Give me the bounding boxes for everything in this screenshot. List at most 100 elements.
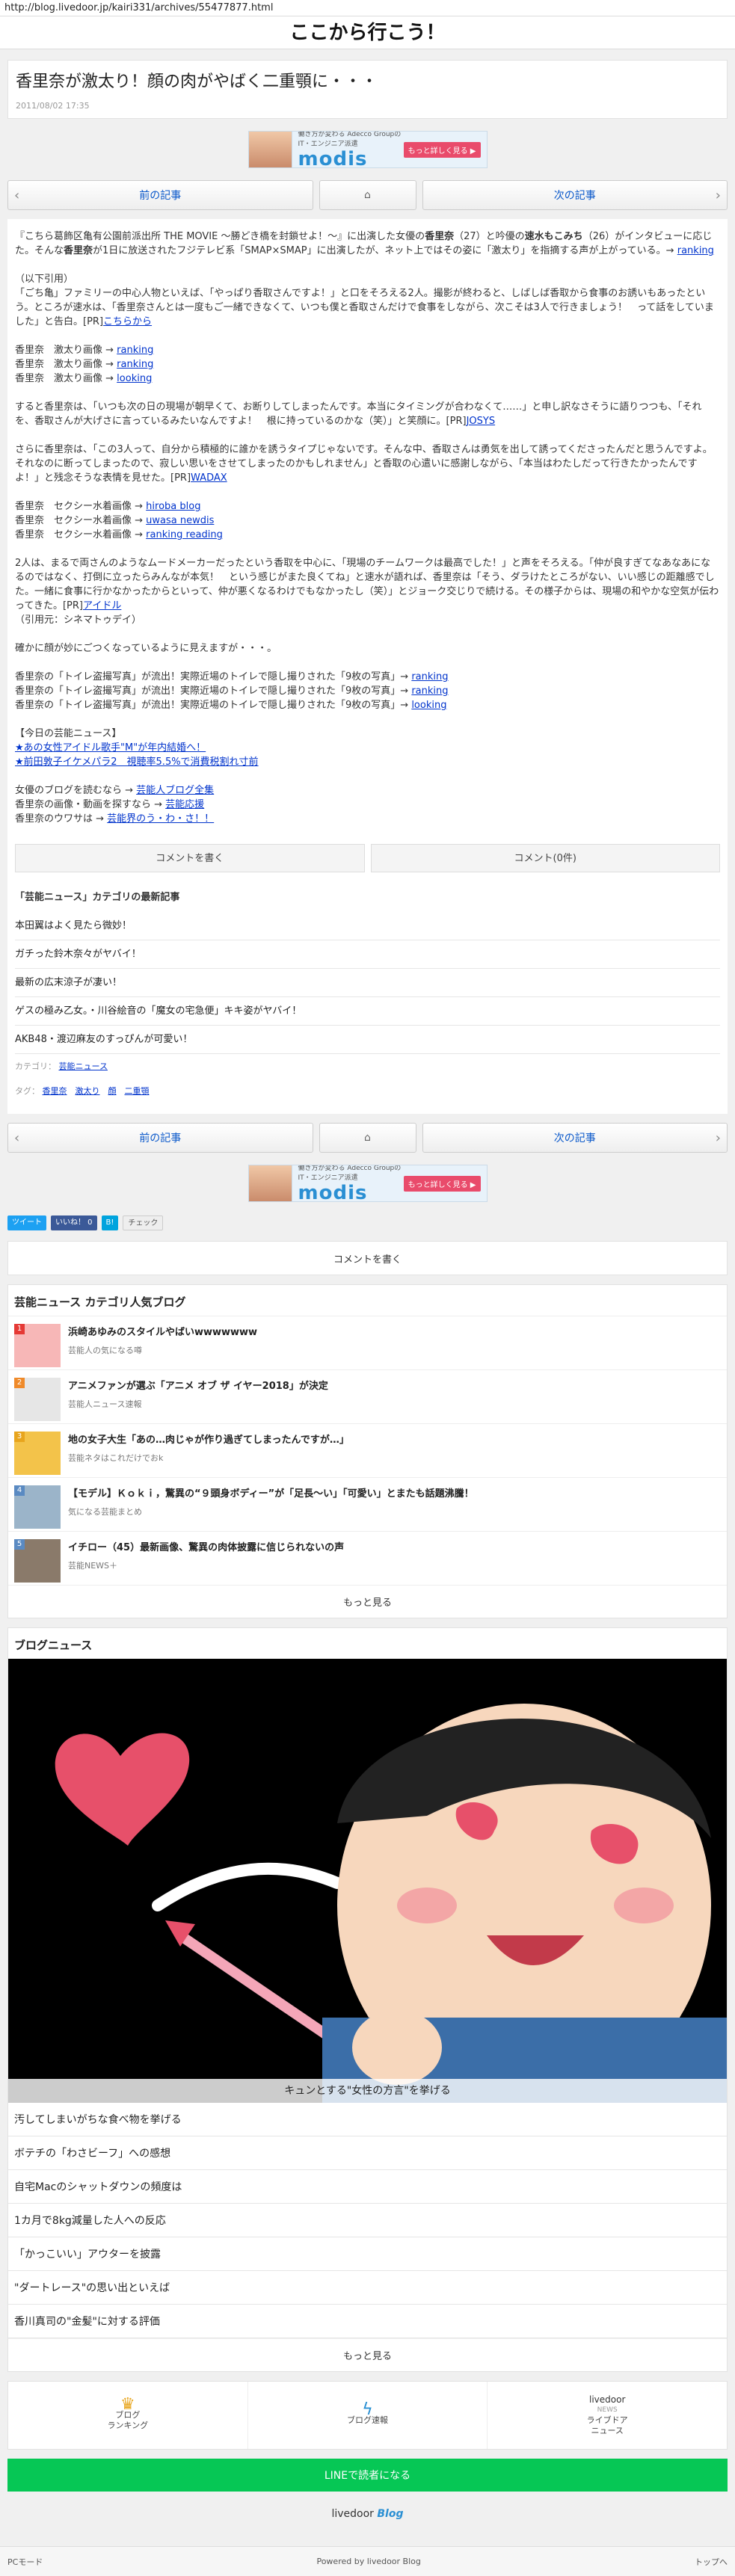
item-source: 芸能人ニュース速報 bbox=[68, 1399, 142, 1409]
chevron-right-icon: › bbox=[715, 187, 721, 203]
list-item[interactable]: 5 イチロー（45）最新画像、驚異の肉体披露に信じられないの声 芸能NEWS＋ bbox=[8, 1531, 727, 1585]
item-source: 気になる芸能まとめ bbox=[68, 1507, 142, 1517]
list-item[interactable]: 4 【モデル】Ｋｏｋｉ，驚異の“９頭身ボディー”が「足長～い」「可愛い」とまたも… bbox=[8, 1477, 727, 1531]
ranking-link[interactable]: ranking bbox=[411, 671, 448, 682]
pr-link[interactable]: WADAX bbox=[191, 472, 227, 484]
link-list: 香里奈の「トイレ盗撮写真」が流出！実際近場のトイレで隠し撮りされた「9枚の写真」… bbox=[15, 671, 449, 711]
social-buttons: ツイート いいね！ 0 B! チェック bbox=[7, 1214, 728, 1232]
blog-title[interactable]: ここから行こう！ bbox=[0, 16, 735, 49]
next-label: 次の記事 bbox=[553, 1133, 596, 1144]
write-comment-button[interactable]: コメントを書く bbox=[7, 1241, 728, 1275]
url-bar[interactable]: http://blog.livedoor.jp/kairi331/archive… bbox=[0, 0, 735, 16]
ad-banner[interactable]: 働き方が変わる Adecco Groupの IT・エンジニア派遣 modis も… bbox=[247, 131, 488, 168]
item-source: 芸能人の気になる噂 bbox=[68, 1346, 142, 1355]
powered-by: Powered by livedoor Blog bbox=[316, 2557, 421, 2566]
chevron-left-icon: ‹ bbox=[14, 187, 20, 203]
pr-link[interactable]: こちらから bbox=[103, 316, 152, 327]
ranking-link[interactable]: ranking bbox=[117, 345, 153, 356]
looking-link[interactable]: looking bbox=[411, 700, 446, 711]
next-post-button[interactable]: 次の記事 › bbox=[422, 180, 728, 210]
list-item[interactable]: 汚してしまいがちな食べ物を挙げる bbox=[8, 2103, 727, 2136]
list-item[interactable]: 3 地の女子大生「あの…肉じゃが作り過ぎてしまったんですが…」 芸能ネタはこれだけ… bbox=[8, 1423, 727, 1477]
paragraph: 『こちら葛飾区亀有公園前派出所 THE MOVIE ～勝どき橋を封鎖せよ！～』に… bbox=[15, 231, 714, 256]
hatena-button[interactable]: B! bbox=[101, 1215, 119, 1230]
like-button[interactable]: いいね！ 0 bbox=[51, 1215, 97, 1230]
hiroba-link[interactable]: hiroba blog bbox=[146, 501, 200, 512]
tag-link[interactable]: 香里奈 bbox=[43, 1086, 67, 1096]
tag-link[interactable]: 顔 bbox=[108, 1086, 117, 1096]
thumbnail: 5 bbox=[14, 1539, 61, 1583]
ad-button[interactable]: もっと詳しく見る ▶ bbox=[403, 1175, 481, 1192]
next-label: 次の記事 bbox=[553, 190, 596, 202]
list-item[interactable]: "ダートレース"の思い出といえば bbox=[8, 2271, 727, 2305]
list-item[interactable]: ガチった鈴木奈々がヤバイ！ bbox=[15, 940, 720, 969]
next-post-button[interactable]: 次の記事 › bbox=[422, 1123, 728, 1153]
tag-link[interactable]: 二重顎 bbox=[125, 1086, 150, 1096]
blog-flash-link[interactable]: ϟ ブログ速報 bbox=[248, 2382, 488, 2449]
footer-nav: ♛ ブログ ランキング ϟ ブログ速報 livedoor NEWS ライブドア ニュース bbox=[7, 2381, 728, 2450]
blog-link[interactable]: 芸能応援 bbox=[165, 799, 204, 810]
comment-count-button[interactable]: コメント(0件) bbox=[370, 844, 720, 872]
livedoor-blog-logo[interactable]: livedoor Blog bbox=[0, 2508, 735, 2520]
today-link[interactable]: ★前田敦子イケメパラ2 視聴率5.5%で消費税割れ寸前 bbox=[15, 757, 259, 768]
tag-link[interactable]: 激太り bbox=[76, 1086, 100, 1096]
ranking-link[interactable]: ranking bbox=[411, 685, 448, 697]
ad-body: 働き方が変わる Adecco Groupの IT・エンジニア派遣 modis bbox=[292, 1165, 404, 1201]
today-link[interactable]: ★あの女性アイドル歌手"M"が年内結婚へ！ bbox=[15, 742, 206, 754]
more-button[interactable]: もっと見る bbox=[8, 2338, 727, 2371]
write-comment-button[interactable]: コメントを書く bbox=[15, 844, 365, 872]
ranking-reading-link[interactable]: ranking reading bbox=[146, 529, 223, 540]
uwasa-link[interactable]: uwasa newdis bbox=[146, 515, 214, 526]
tag-row: タグ： 香里奈 激太り 顔 二重顎 bbox=[15, 1086, 150, 1096]
check-button[interactable]: チェック bbox=[123, 1215, 164, 1230]
ranking-link[interactable]: ranking bbox=[117, 359, 153, 370]
list-item[interactable]: 「かっこいい」アウターを披露 bbox=[8, 2237, 727, 2271]
list-item[interactable]: 1 浜崎あゆみのスタイルやばいwwwwwww 芸能人の気になる噂 bbox=[8, 1316, 727, 1369]
livedoor-news-link[interactable]: livedoor NEWS ライブドア ニュース bbox=[488, 2382, 727, 2449]
list-item[interactable]: AKB48・渡辺麻友のすっぴんが可愛い！ bbox=[15, 1026, 720, 1054]
hero-caption: キュンとする"女性の方言"を挙げる bbox=[8, 2079, 727, 2103]
tweet-button[interactable]: ツイート bbox=[7, 1215, 46, 1230]
line-follow-button[interactable]: LINEで読者になる bbox=[7, 2459, 728, 2492]
item-source: 芸能NEWS＋ bbox=[68, 1561, 118, 1571]
item-title: 【モデル】Ｋｏｋｉ，驚異の“９頭身ボディー”が「足長～い」「可愛い」とまたも話題… bbox=[68, 1488, 474, 1500]
blog-ranking-link[interactable]: ♛ ブログ ランキング bbox=[8, 2382, 248, 2449]
pc-mode-link[interactable]: PCモード bbox=[7, 2556, 43, 2568]
ad-button[interactable]: もっと詳しく見る ▶ bbox=[403, 141, 481, 158]
more-button[interactable]: もっと見る bbox=[8, 1585, 727, 1618]
pager-top: ‹ 前の記事 ⌂ 次の記事 › bbox=[7, 180, 728, 210]
back-to-top-link[interactable]: トップへ bbox=[695, 2556, 728, 2568]
list-item[interactable]: 香川真司の"金髪"に対する評価 bbox=[8, 2305, 727, 2338]
ad-banner[interactable]: 働き方が変わる Adecco Groupの IT・エンジニア派遣 modis も… bbox=[247, 1165, 488, 1202]
article-body: 『こちら葛飾区亀有公園前派出所 THE MOVIE ～勝どき橋を封鎖せよ！～』に… bbox=[7, 219, 728, 1114]
blog-link[interactable]: 芸能界のう・わ・さ！！ bbox=[107, 813, 214, 825]
thumbnail: 3 bbox=[14, 1432, 61, 1475]
hero-image[interactable]: キュンとする"女性の方言"を挙げる bbox=[8, 1659, 727, 2103]
ranking-link[interactable]: ranking bbox=[677, 245, 714, 256]
list-item[interactable]: 自宅Macのシャットダウンの頻度は bbox=[8, 2170, 727, 2204]
list-item[interactable]: 最新の広末涼子が凄い！ bbox=[15, 969, 720, 997]
ad-logo: modis bbox=[298, 148, 368, 168]
category-link[interactable]: 芸能ニュース bbox=[59, 1061, 108, 1071]
home-button[interactable]: ⌂ bbox=[319, 1123, 416, 1153]
thumbnail: 4 bbox=[14, 1485, 61, 1529]
illustration bbox=[8, 1659, 727, 2103]
home-button[interactable]: ⌂ bbox=[319, 180, 416, 210]
link-list: 香里奈 セクシー水着画像 → hiroba blog 香里奈 セクシー水着画像 … bbox=[15, 501, 223, 540]
looking-link[interactable]: looking bbox=[117, 373, 152, 384]
list-item[interactable]: 本田翼はよく見たら微妙！ bbox=[15, 912, 720, 940]
footer-links: 女優のブログを読むなら → 芸能人ブログ全集 香里奈の画像・動画を探すなら → … bbox=[15, 785, 215, 825]
post-date: 2011/08/02 17:35 bbox=[16, 101, 90, 111]
list-item[interactable]: ゲスの極み乙女。・川谷絵音の「魔女の宅急便」キキ姿がヤバイ！ bbox=[15, 997, 720, 1026]
list-item[interactable]: 1カ月で8kg減量した人への反応 bbox=[8, 2204, 727, 2237]
list-item[interactable]: 2 アニメファンが選ぶ「アニメ オブ ザ イヤー2018」が決定 芸能人ニュース速… bbox=[8, 1369, 727, 1423]
today-news: 【今日の芸能ニュース】 ★あの女性アイドル歌手"M"が年内結婚へ！ ★前田敦子イケメ… bbox=[15, 728, 259, 768]
list-item[interactable]: ボテチの「わさビーフ」への感想 bbox=[8, 2136, 727, 2170]
prev-post-button[interactable]: ‹ 前の記事 bbox=[7, 1123, 313, 1153]
ad-tagline: 働き方が変わる Adecco Groupの IT・エンジニア派遣 bbox=[298, 1165, 402, 1182]
blog-link[interactable]: 芸能人ブログ全集 bbox=[136, 785, 214, 796]
prev-label: 前の記事 bbox=[139, 190, 182, 202]
prev-post-button[interactable]: ‹ 前の記事 bbox=[7, 180, 313, 210]
pr-link[interactable]: アイドル bbox=[83, 600, 121, 611]
pr-link[interactable]: JOSYS bbox=[467, 416, 496, 427]
